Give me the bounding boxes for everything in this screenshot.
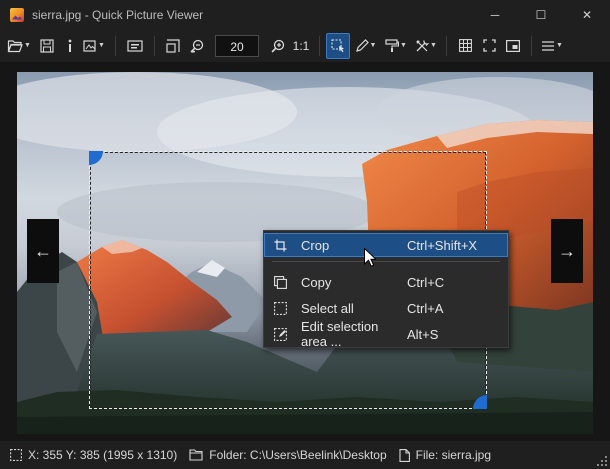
close-button[interactable]: ✕ xyxy=(564,0,610,29)
fullscreen-icon xyxy=(482,39,496,52)
zoom-in-button[interactable] xyxy=(267,33,289,59)
zoom-in-icon xyxy=(271,39,285,53)
menu-item-shortcut: Ctrl+Shift+X xyxy=(407,237,478,253)
select-icon xyxy=(331,38,344,52)
toolbar-separator xyxy=(154,35,155,56)
save-icon xyxy=(40,38,54,53)
menu-item-label: Select all xyxy=(301,300,354,316)
actual-size-label: 1:1 xyxy=(292,38,310,53)
pencil-icon xyxy=(355,39,369,52)
mouse-cursor-icon xyxy=(364,248,376,267)
context-menu: Crop Ctrl+Shift+X Copy Ctrl+C Select all… xyxy=(263,230,509,349)
minimize-button[interactable]: ─ xyxy=(472,0,518,29)
menu-button[interactable]: ▼ xyxy=(538,33,568,59)
menu-separator xyxy=(272,261,500,262)
menu-item-copy[interactable]: Copy Ctrl+C xyxy=(265,271,507,293)
picture-in-picture-icon xyxy=(506,39,520,52)
zoom-input[interactable] xyxy=(215,34,259,57)
arrow-left-icon: ← xyxy=(34,240,52,261)
tools-button[interactable]: ▼ xyxy=(414,33,440,59)
grid-icon xyxy=(458,39,472,52)
menu-item-label: Crop xyxy=(301,237,330,253)
slideshow-button[interactable] xyxy=(122,33,148,59)
tools-icon xyxy=(416,39,430,51)
edit-selection-icon xyxy=(273,327,287,341)
actual-size-button[interactable]: 1:1 xyxy=(289,33,313,59)
image-edit-icon xyxy=(83,39,96,52)
paint-button[interactable]: ▼ xyxy=(384,33,410,59)
slideshow-icon xyxy=(127,39,143,52)
autozoom-icon xyxy=(166,38,180,53)
menu-item-shortcut: Ctrl+A xyxy=(407,300,444,316)
selection-info: X: 355 Y: 385 (1995 x 1310) xyxy=(28,448,178,462)
app-icon xyxy=(10,7,24,22)
status-selection: X: 355 Y: 385 (1995 x 1310) xyxy=(10,448,177,462)
status-bar: X: 355 Y: 385 (1995 x 1310) Folder: C:\U… xyxy=(0,441,610,469)
crop-icon xyxy=(274,239,286,251)
next-image-button[interactable]: → xyxy=(551,219,583,283)
autozoom-button[interactable] xyxy=(161,33,185,59)
zoom-out-button[interactable] xyxy=(185,33,209,59)
save-button[interactable] xyxy=(35,33,59,59)
title-bar: sierra.jpg - Quick Picture Viewer ─ ☐ ✕ xyxy=(0,0,610,29)
menu-item-label: Edit selection area ... xyxy=(301,319,379,349)
toolbar-separator xyxy=(115,35,116,56)
pencil-button[interactable]: ▼ xyxy=(354,33,380,59)
copy-icon xyxy=(273,275,287,289)
resize-grip-icon[interactable] xyxy=(597,456,607,466)
toolbar-separator xyxy=(531,35,532,56)
info-icon xyxy=(68,39,72,52)
select-button[interactable] xyxy=(326,32,350,59)
toolbar: ▼ ▼ 1:1 ▼ ▼ ▼ xyxy=(0,29,610,62)
file-name[interactable]: File: sierra.jpg xyxy=(416,448,491,462)
open-button[interactable]: ▼ xyxy=(5,33,35,59)
menu-item-shortcut: Alt+S xyxy=(407,326,439,342)
grid-button[interactable] xyxy=(453,33,477,59)
folder-path[interactable]: Folder: C:\Users\Beelink\Desktop xyxy=(209,448,386,462)
menu-item-crop[interactable]: Crop Ctrl+Shift+X xyxy=(264,233,508,257)
file-icon xyxy=(399,448,410,462)
window-title: sierra.jpg - Quick Picture Viewer xyxy=(32,7,204,22)
menu-item-select-all[interactable]: Select all Ctrl+A xyxy=(265,297,507,319)
previous-image-button[interactable]: ← xyxy=(27,219,59,283)
menu-item-shortcut: Ctrl+C xyxy=(407,274,445,290)
image-viewer[interactable]: ← → Crop Ctrl+Shift+X Copy Ctrl+C Select… xyxy=(0,62,610,441)
open-folder-icon xyxy=(7,39,23,52)
fullscreen-button[interactable] xyxy=(477,33,501,59)
menu-icon xyxy=(542,40,555,51)
toolbar-separator xyxy=(319,35,320,56)
status-file: File: sierra.jpg xyxy=(399,448,491,462)
status-folder: Folder: C:\Users\Beelink\Desktop xyxy=(189,448,387,462)
select-all-icon xyxy=(273,301,287,315)
info-button[interactable] xyxy=(59,33,81,59)
folder-icon xyxy=(189,449,203,461)
menu-item-edit-selection[interactable]: Edit selection area ... Alt+S xyxy=(265,319,507,349)
picture-in-picture-button[interactable] xyxy=(501,33,525,59)
arrow-right-icon: → xyxy=(558,240,576,261)
menu-item-label: Copy xyxy=(301,274,332,290)
image-edit-button[interactable]: ▼ xyxy=(81,33,109,59)
selection-icon xyxy=(10,449,22,461)
paint-icon xyxy=(385,38,400,52)
toolbar-separator xyxy=(446,35,447,56)
maximize-button[interactable]: ☐ xyxy=(518,0,564,29)
zoom-out-icon xyxy=(190,39,204,53)
